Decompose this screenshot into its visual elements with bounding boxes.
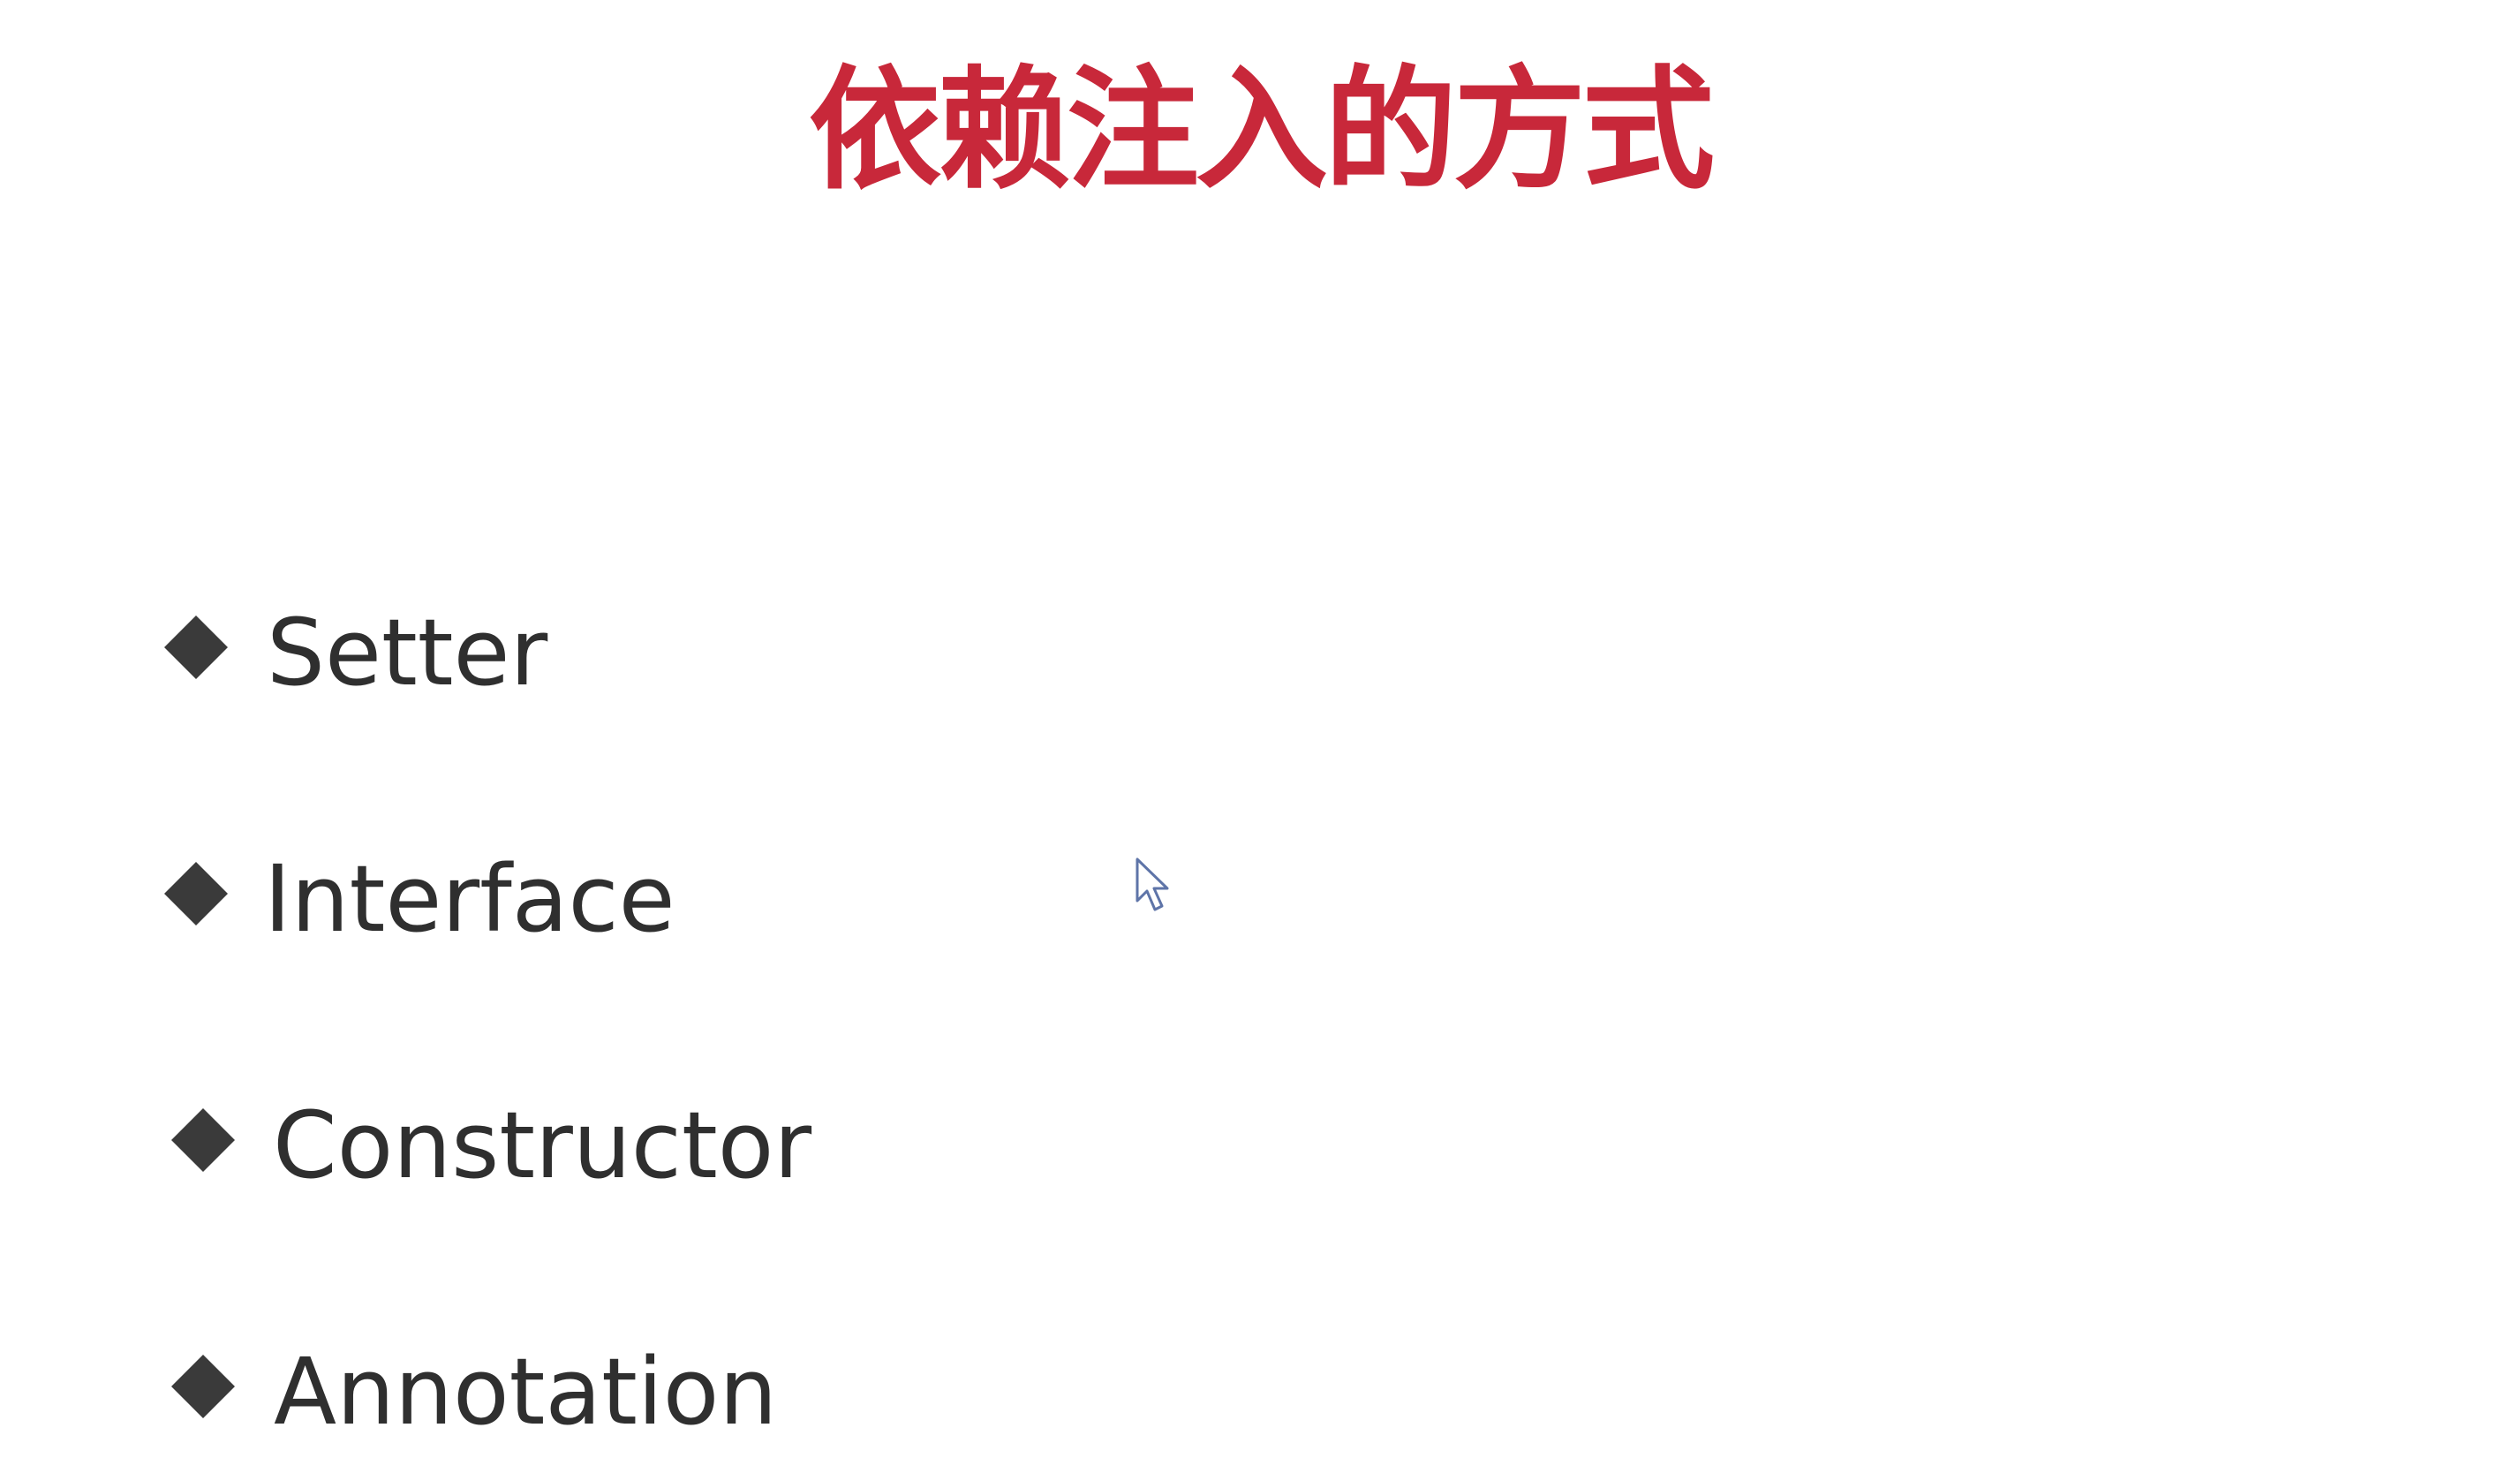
bullet-label-setter: Setter [267, 599, 548, 706]
bullet-item-setter: Setter [134, 582, 576, 723]
diamond-icon [164, 616, 228, 679]
diamond-icon [164, 862, 228, 925]
bullet-label-annotation: Annotation [274, 1338, 778, 1446]
bullet-item-annotation: Annotation [141, 1321, 812, 1462]
mouse-pointer-icon [1136, 857, 1169, 911]
bullet-label-interface: Interface [264, 845, 675, 953]
bullet-item-constructor: Constructor [141, 1075, 812, 1216]
bullet-item-interface: Interface [134, 828, 708, 970]
diamond-icon [171, 1108, 235, 1172]
slide: 依赖注入的方式 Setter Interface Constructor Ann… [0, 0, 2520, 1473]
bullet-list: Setter Interface Constructor Annotation [0, 0, 2520, 1473]
bullet-label-constructor: Constructor [273, 1092, 812, 1199]
diamond-icon [171, 1355, 235, 1418]
